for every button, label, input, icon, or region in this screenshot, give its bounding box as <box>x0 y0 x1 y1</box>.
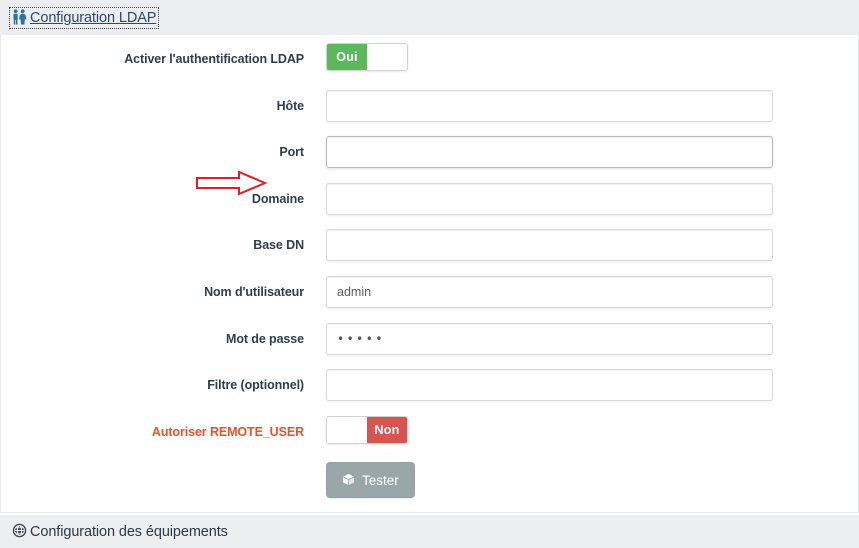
toggle-allow-remote-user-off-label[interactable]: Non <box>367 416 407 443</box>
control-wrap-test-button: Tester <box>304 462 415 499</box>
label-filter: Filtre (optionnel) <box>207 378 304 393</box>
password-input[interactable]: ••••• <box>326 322 773 355</box>
label-username: Nom d'utilisateur <box>204 284 304 299</box>
form-row-test-button: Tester <box>1 462 858 509</box>
form-row-port: Port <box>1 136 858 183</box>
ldap-panel-title: Configuration LDAP <box>30 9 157 26</box>
toggle-allow-remote-user[interactable]: Non <box>326 415 408 444</box>
label-test-spacer <box>1 462 304 471</box>
label-allow-remote-user: Autoriser REMOTE_USER <box>151 424 304 439</box>
control-wrap-filter <box>304 369 773 402</box>
form-row-username: Nom d'utilisateur <box>1 275 858 323</box>
form-row-enable-ldap: Activer l'authentification LDAP Oui <box>1 43 858 90</box>
ldap-panel-header: Configuration LDAP <box>0 0 859 35</box>
form-row-password: Mot de passe ••••• <box>1 322 858 370</box>
filter-input[interactable] <box>326 369 773 402</box>
control-wrap-password: ••••• <box>304 322 773 355</box>
port-input[interactable] <box>326 136 773 169</box>
username-input[interactable] <box>326 275 773 308</box>
label-base-dn: Base DN <box>253 238 304 253</box>
control-wrap-enable-ldap: Oui <box>304 43 408 71</box>
ldap-form-panel: Activer l'authentification LDAP Oui Hôte… <box>0 35 859 513</box>
label-port: Port <box>279 145 304 160</box>
control-wrap-allow-remote-user: Non <box>304 415 408 444</box>
host-input[interactable] <box>326 89 773 122</box>
control-wrap-host <box>304 89 773 122</box>
label-password: Mot de passe <box>226 331 304 346</box>
password-masked-value: ••••• <box>337 331 385 346</box>
control-wrap-port <box>304 136 773 169</box>
toggle-enable-ldap-on-label[interactable]: Oui <box>327 44 367 70</box>
equipments-panel-toggle-link[interactable]: Configuration des équipements <box>10 522 230 541</box>
toggle-allow-remote-user-knob[interactable] <box>327 416 367 443</box>
equipments-panel-header: Configuration des équipements <box>0 515 859 548</box>
label-host: Hôte <box>276 98 304 113</box>
control-wrap-domain <box>304 182 773 215</box>
cube-icon <box>342 473 355 488</box>
test-button-label: Tester <box>362 472 399 488</box>
male-female-icon <box>12 8 27 27</box>
ldap-panel-toggle-link[interactable]: Configuration LDAP <box>8 6 160 29</box>
form-row-base-dn: Base DN <box>1 229 858 276</box>
form-row-host: Hôte <box>1 89 858 137</box>
domain-input[interactable] <box>326 182 773 215</box>
control-wrap-username <box>304 275 773 308</box>
form-row-domain: Domaine <box>1 182 858 230</box>
base-dn-input[interactable] <box>326 229 773 262</box>
test-button[interactable]: Tester <box>326 462 415 499</box>
form-row-filter: Filtre (optionnel) <box>1 369 858 416</box>
toggle-enable-ldap[interactable]: Oui <box>326 43 408 71</box>
label-domain: Domaine <box>251 191 304 206</box>
globe-icon <box>12 523 27 540</box>
toggle-enable-ldap-knob[interactable] <box>367 44 407 70</box>
form-row-allow-remote-user: Autoriser REMOTE_USER Non <box>1 415 858 463</box>
control-wrap-base-dn <box>304 229 773 262</box>
equipments-panel-title: Configuration des équipements <box>30 523 228 540</box>
label-enable-ldap: Activer l'authentification LDAP <box>124 52 304 66</box>
